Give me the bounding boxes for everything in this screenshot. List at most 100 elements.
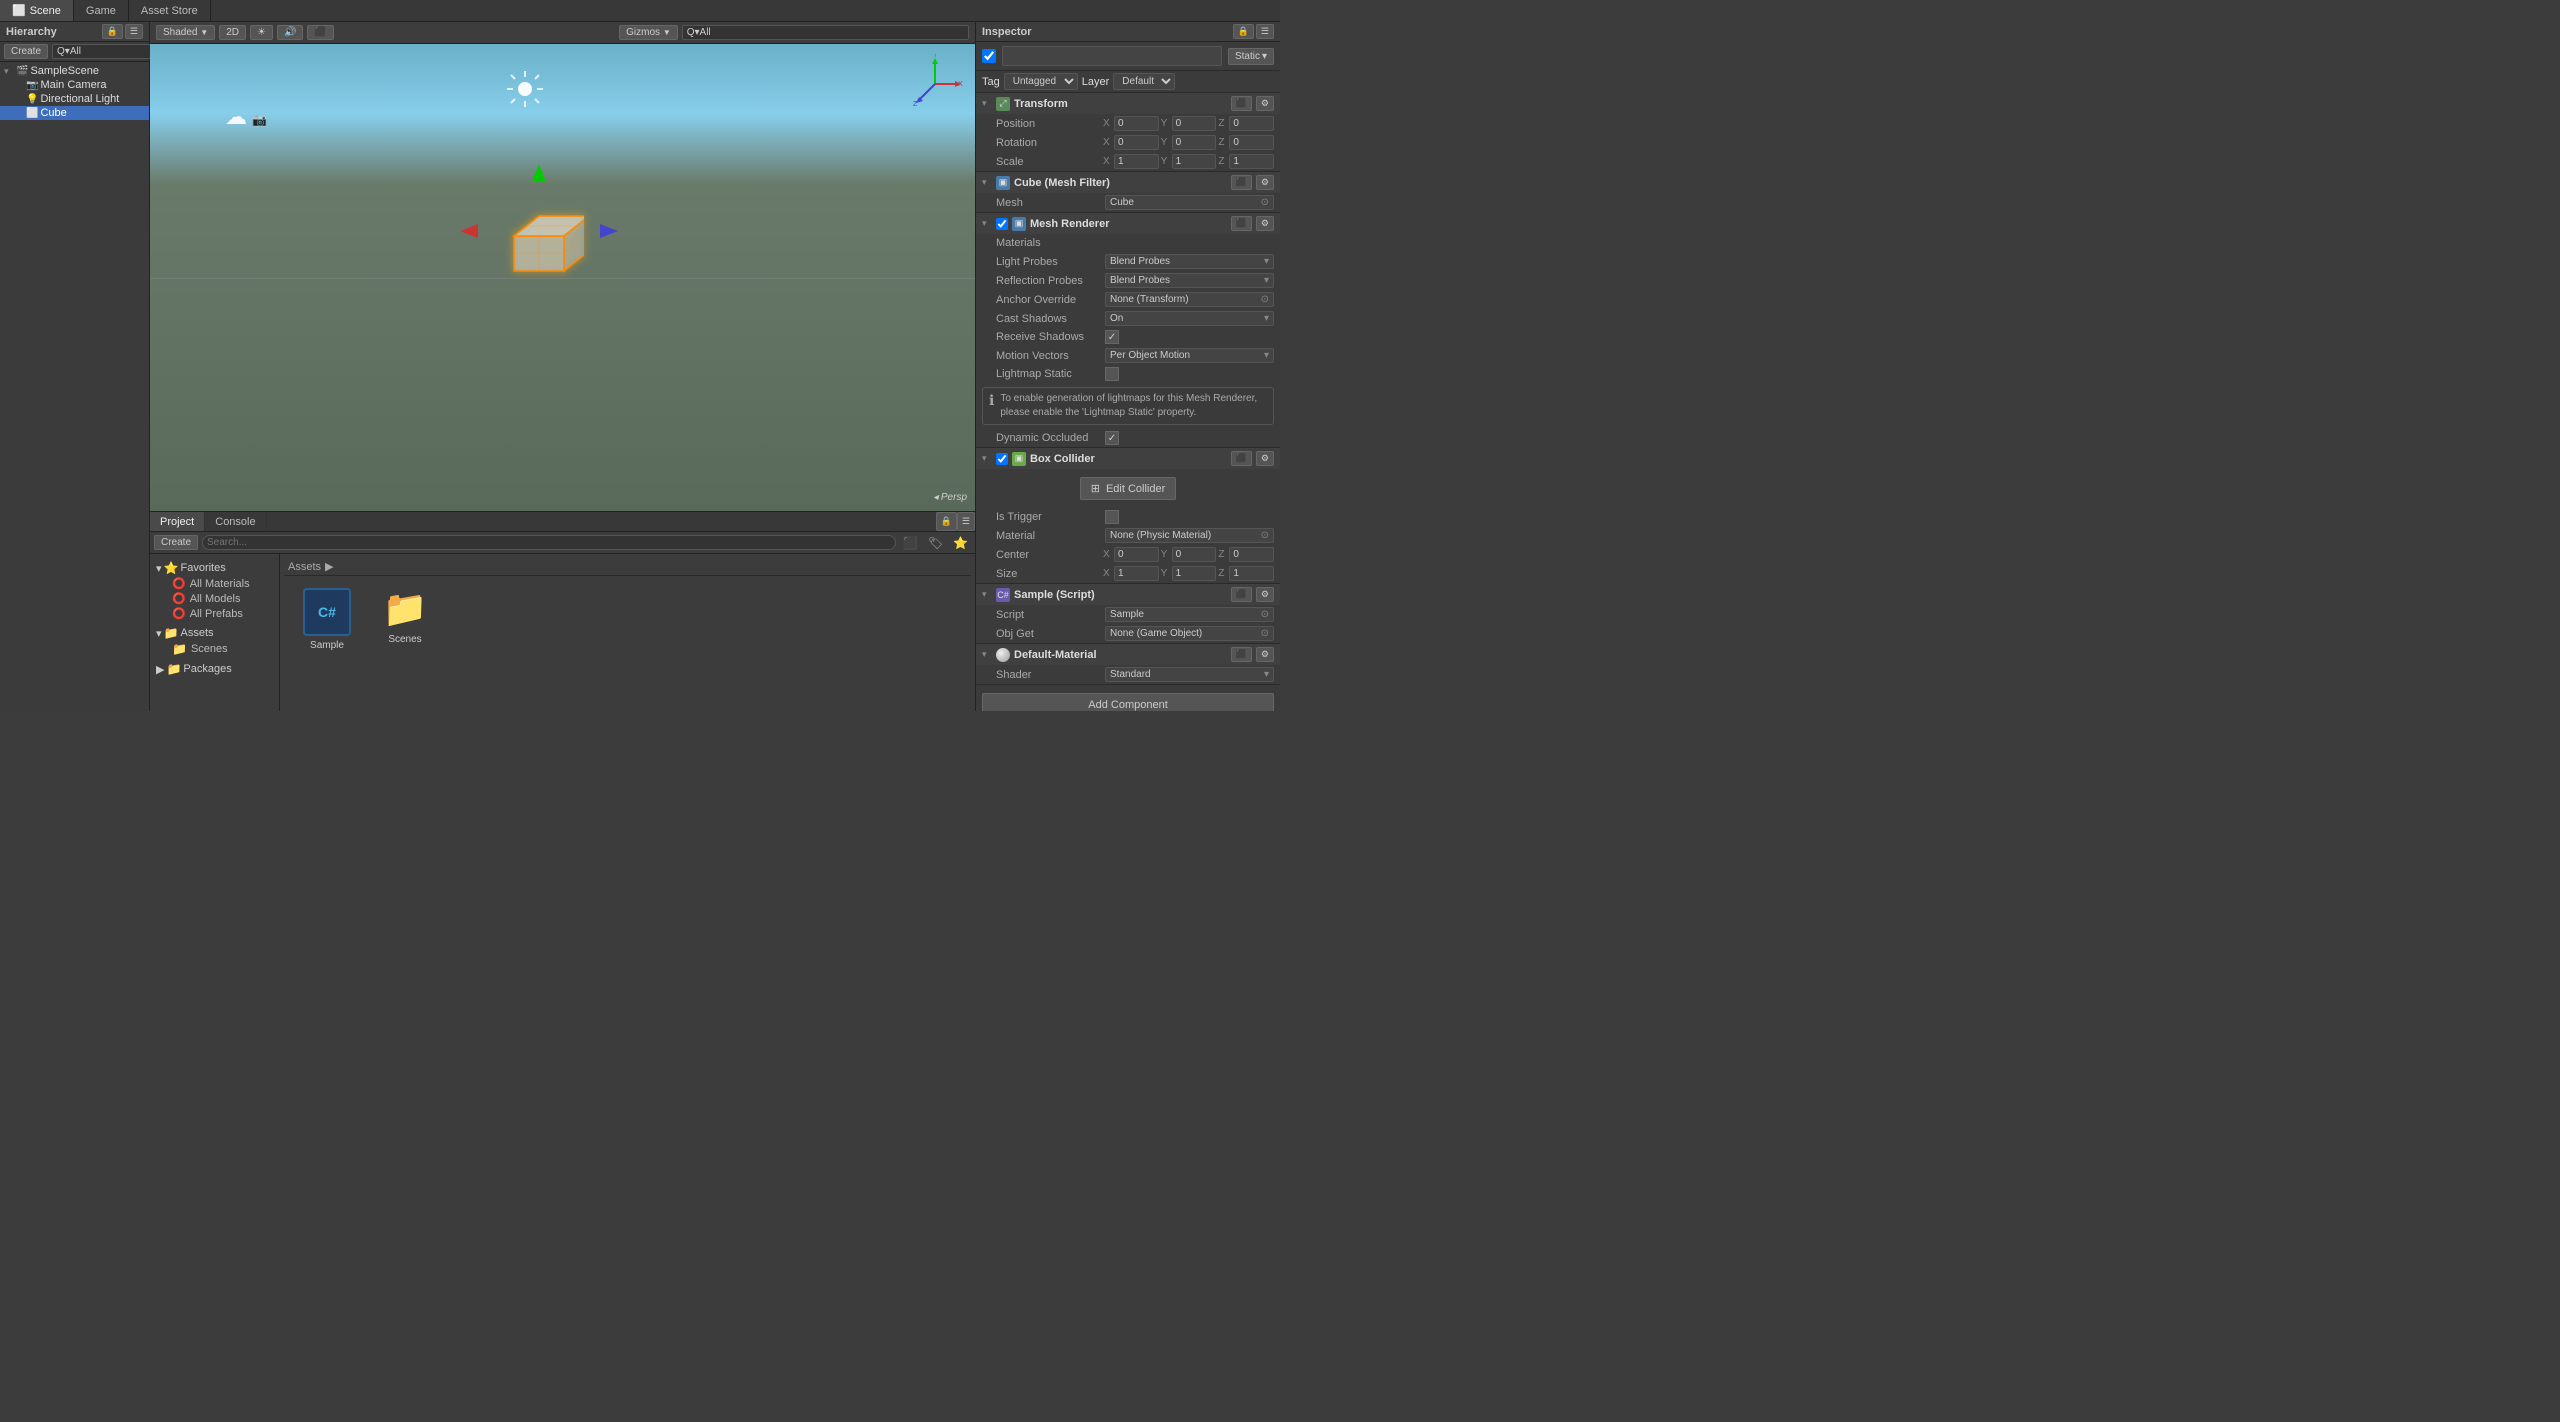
light-probes-dropdown[interactable]: Blend Probes	[1105, 254, 1274, 269]
tag-select[interactable]: Untagged	[1004, 73, 1078, 90]
project-search[interactable]	[202, 535, 896, 550]
favorites-header[interactable]: ▾ ⭐ Favorites	[154, 560, 275, 576]
tree-item-samplescene[interactable]: ▾ 🎬 SampleScene	[0, 64, 149, 78]
sidebar-scenes[interactable]: 📁 Scenes	[154, 641, 275, 657]
rotation-z[interactable]	[1229, 135, 1274, 150]
transform-header[interactable]: ▾ ⤢ Transform ⬛ ⚙	[976, 93, 1280, 114]
box-collider-settings-btn[interactable]: ⚙	[1256, 451, 1274, 466]
material-link-btn[interactable]: ⬛	[1231, 647, 1252, 662]
obj-get-field[interactable]: None (Game Object) ⊙	[1105, 626, 1274, 641]
size-x[interactable]	[1114, 566, 1159, 581]
scene-view[interactable]: ☁ 📷	[150, 44, 975, 511]
tab-scene[interactable]: ⬜ Scene	[0, 0, 74, 21]
is-trigger-checkbox[interactable]	[1105, 510, 1119, 524]
collider-material-field[interactable]: None (Physic Material) ⊙	[1105, 528, 1274, 543]
material-header[interactable]: ▾ Default-Material ⬛ ⚙	[976, 644, 1280, 665]
mesh-filter-link-btn[interactable]: ⬛	[1231, 175, 1252, 190]
sidebar-all-materials[interactable]: ⭕ All Materials	[154, 576, 275, 591]
static-dropdown-icon: ▾	[1262, 51, 1267, 62]
tree-item-cube[interactable]: ⬜ Cube	[0, 106, 149, 120]
position-x[interactable]	[1114, 116, 1159, 131]
sample-script-settings-btn[interactable]: ⚙	[1256, 587, 1274, 602]
assets-header[interactable]: ▾ 📁 Assets	[154, 625, 275, 641]
scene-search[interactable]	[682, 25, 969, 40]
sample-script-link-btn[interactable]: ⬛	[1231, 587, 1252, 602]
tree-item-directionallight[interactable]: 💡 Directional Light	[0, 92, 149, 106]
project-create-btn[interactable]: Create	[154, 535, 198, 550]
layer-select[interactable]: Default	[1113, 73, 1175, 90]
sidebar-all-models[interactable]: ⭕ All Models	[154, 591, 275, 606]
material-settings-btn[interactable]: ⚙	[1256, 647, 1274, 662]
mesh-filter-settings-btn[interactable]: ⚙	[1256, 175, 1274, 190]
position-inputs: X Y Z	[1103, 116, 1274, 131]
motion-vectors-dropdown[interactable]: Per Object Motion	[1105, 348, 1274, 363]
inspector-lock-btn[interactable]: 🔒	[1233, 24, 1254, 39]
reflection-probes-dropdown[interactable]: Blend Probes	[1105, 273, 1274, 288]
scene-tab-label: Scene	[30, 5, 61, 17]
2d-btn[interactable]: 2D	[219, 25, 246, 40]
hierarchy-lock-btn[interactable]: 🔒	[102, 24, 123, 39]
sample-script-header[interactable]: ▾ C# Sample (Script) ⬛ ⚙	[976, 584, 1280, 605]
anchor-override-field[interactable]: None (Transform) ⊙	[1105, 292, 1274, 307]
packages-header[interactable]: ▶ 📁 Packages	[154, 661, 275, 677]
mesh-value-field[interactable]: Cube ⊙	[1105, 195, 1274, 210]
sidebar-all-prefabs[interactable]: ⭕ All Prefabs	[154, 606, 275, 621]
position-z[interactable]	[1229, 116, 1274, 131]
project-icon-btn1[interactable]: ⬛	[900, 535, 921, 551]
gizmos-btn[interactable]: Gizmos	[619, 25, 678, 40]
mesh-filter-header[interactable]: ▾ ▣ Cube (Mesh Filter) ⬛ ⚙	[976, 172, 1280, 193]
project-icon-btn2[interactable]: 🏷	[925, 535, 946, 551]
project-menu-btn[interactable]: ☰	[957, 512, 975, 531]
box-collider-enable-checkbox[interactable]	[996, 453, 1008, 465]
shader-dropdown[interactable]: Standard	[1105, 667, 1274, 682]
mesh-renderer-settings-btn[interactable]: ⚙	[1256, 216, 1274, 231]
position-y[interactable]	[1172, 116, 1217, 131]
project-lock-btn[interactable]: 🔒	[936, 512, 957, 531]
rotation-y[interactable]	[1172, 135, 1217, 150]
tab-game[interactable]: Game	[74, 0, 129, 21]
box-collider-header[interactable]: ▾ ▣ Box Collider ⬛ ⚙	[976, 448, 1280, 469]
scale-y[interactable]	[1172, 154, 1217, 169]
edit-collider-button[interactable]: ⊞ Edit Collider	[1080, 477, 1177, 500]
asset-item-sample[interactable]: C# Sample	[292, 584, 362, 655]
object-name-field[interactable]: Cube	[1002, 46, 1222, 66]
audio-btn[interactable]: 🔊	[277, 25, 303, 40]
lightmap-static-row: Lightmap Static	[976, 365, 1280, 383]
receive-shadows-checkbox[interactable]	[1105, 330, 1119, 344]
tab-project[interactable]: Project	[150, 512, 205, 531]
center-z[interactable]	[1229, 547, 1274, 562]
scale-z[interactable]	[1229, 154, 1274, 169]
mesh-renderer-link-btn[interactable]: ⬛	[1231, 216, 1252, 231]
shading-dropdown[interactable]: Shaded	[156, 25, 215, 40]
cast-shadows-dropdown[interactable]: On	[1105, 311, 1274, 326]
add-component-button[interactable]: Add Component	[982, 693, 1274, 711]
transform-settings-btn[interactable]: ⚙	[1256, 96, 1274, 111]
transform-link-btn[interactable]: ⬛	[1231, 96, 1252, 111]
fx-btn[interactable]: ⬛	[307, 25, 333, 40]
dynamic-occluded-checkbox[interactable]	[1105, 431, 1119, 445]
script-field[interactable]: Sample ⊙	[1105, 607, 1274, 622]
lightmap-static-checkbox[interactable]	[1105, 367, 1119, 381]
center-x[interactable]	[1114, 547, 1159, 562]
inspector-menu-btn[interactable]: ☰	[1256, 24, 1274, 39]
hierarchy-menu-btn[interactable]: ☰	[125, 24, 143, 39]
mesh-renderer-header[interactable]: ▾ ▣ Mesh Renderer ⬛ ⚙	[976, 213, 1280, 234]
object-active-checkbox[interactable]	[982, 49, 996, 63]
tree-item-maincamera[interactable]: 📷 Main Camera	[0, 78, 149, 92]
rotation-x[interactable]	[1114, 135, 1159, 150]
box-collider-link-btn[interactable]: ⬛	[1231, 451, 1252, 466]
tab-asset-store[interactable]: Asset Store	[129, 0, 211, 21]
static-button[interactable]: Static ▾	[1228, 48, 1274, 65]
size-z[interactable]	[1229, 566, 1274, 581]
asset-item-scenes[interactable]: 📁 Scenes	[370, 584, 440, 655]
tab-console[interactable]: Console	[205, 512, 266, 531]
scale-x[interactable]	[1114, 154, 1159, 169]
project-icon-btn3[interactable]: ⭐	[950, 535, 971, 551]
inspector-panel: Inspector 🔒 ☰ Cube Static ▾ Tag Untagged…	[975, 22, 1280, 711]
lighting-btn[interactable]: ☀	[250, 25, 273, 40]
hierarchy-create-btn[interactable]: Create	[4, 44, 48, 59]
center-y[interactable]	[1172, 547, 1217, 562]
mesh-renderer-enable-checkbox[interactable]	[996, 218, 1008, 230]
size-y[interactable]	[1172, 566, 1217, 581]
hierarchy-panel: Hierarchy 🔒 ☰ Create ▾ 🎬 SampleScene 📷 M…	[0, 22, 150, 711]
